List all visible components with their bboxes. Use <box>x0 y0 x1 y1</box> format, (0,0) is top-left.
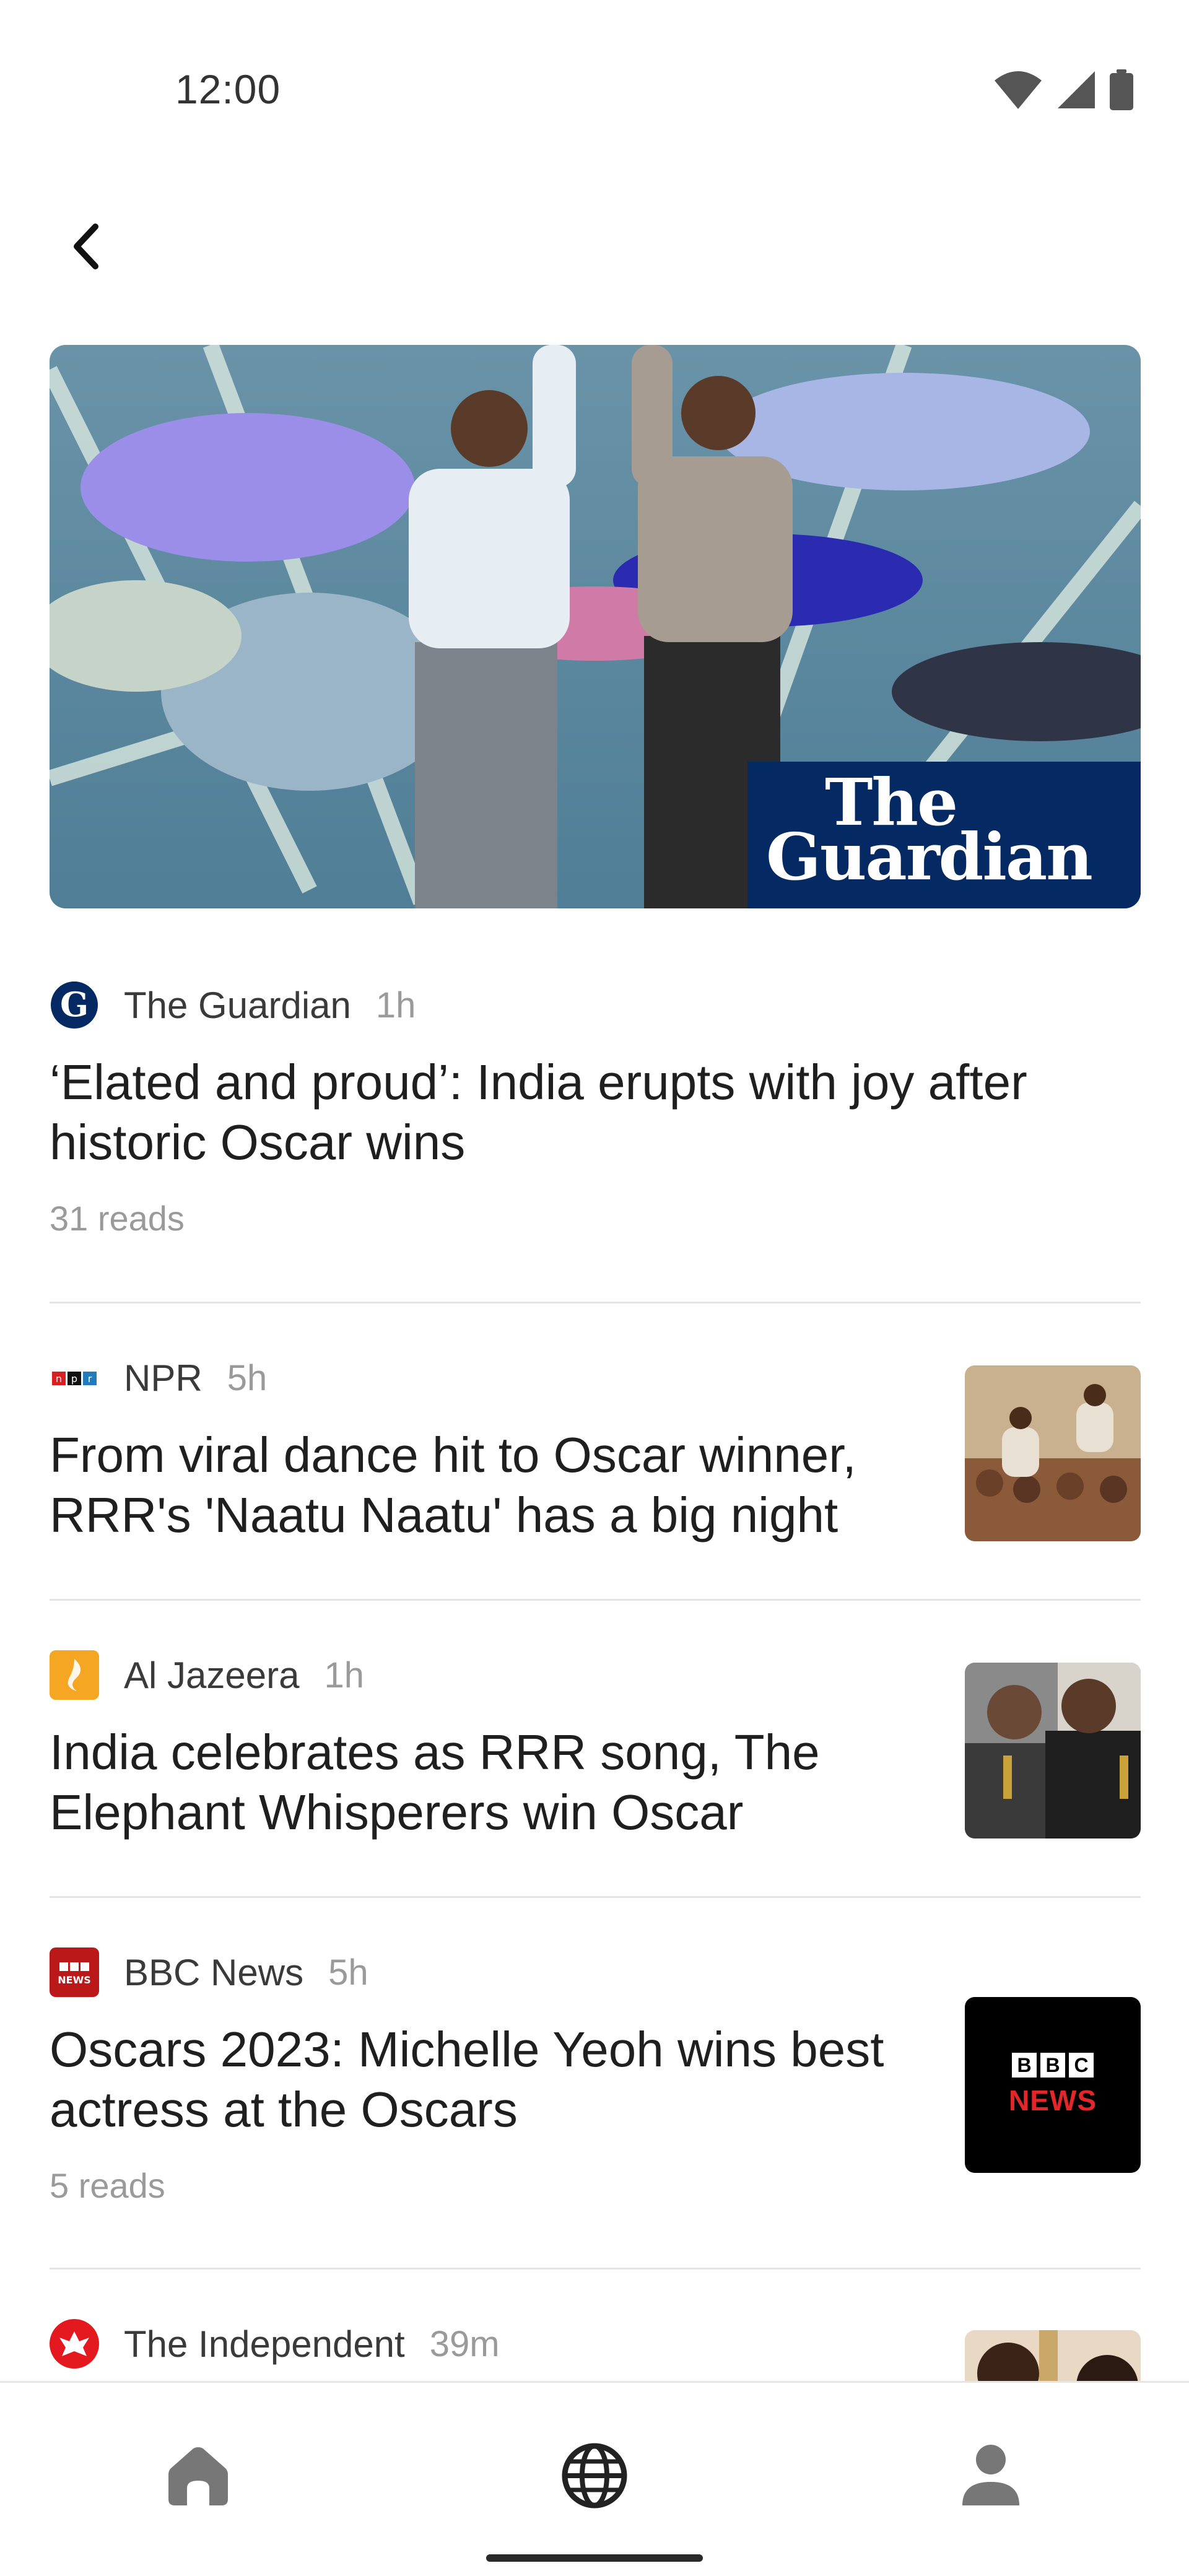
status-time: 12:00 <box>175 66 281 112</box>
bbc-blocks: B B C <box>1012 2053 1094 2078</box>
status-bar: 12:00 <box>0 0 1189 186</box>
bbc-news-label: NEWS <box>1009 2084 1097 2117</box>
bbc-block-b1: B <box>1012 2053 1037 2078</box>
bbc-block-b2: B <box>1040 2053 1065 2078</box>
divider <box>50 1302 1141 1303</box>
back-arrow-icon <box>74 224 98 269</box>
article-headline: From viral dance hit to Oscar winner, RR… <box>50 1427 856 1543</box>
source-name: The Independent <box>124 2323 405 2365</box>
svg-text:r: r <box>88 1373 92 1385</box>
divider <box>50 2268 1141 2269</box>
divider <box>50 1599 1141 1601</box>
svg-text:G: G <box>60 985 89 1024</box>
source-time: 1h <box>375 985 416 1025</box>
globe-icon <box>562 2443 627 2509</box>
cell-signal-icon <box>1058 71 1095 108</box>
article-headline: India celebrates as RRR song, The Elepha… <box>50 1725 820 1840</box>
source-name: The Guardian <box>124 984 351 1026</box>
back-button[interactable] <box>59 215 115 277</box>
read-count: 31 reads <box>50 1199 185 1238</box>
source-time: 5h <box>328 1952 368 1993</box>
bbc-block-c: C <box>1069 2053 1094 2078</box>
article-thumbnail <box>965 1663 1141 1838</box>
svg-text:NEWS: NEWS <box>58 1974 91 1986</box>
svg-text:p: p <box>71 1373 77 1385</box>
guardian-logo: The Guardian <box>747 762 1141 908</box>
nav-explore[interactable] <box>533 2420 656 2531</box>
wifi-icon <box>995 71 1042 109</box>
source-name: Al Jazeera <box>124 1654 300 1696</box>
independent-source-icon <box>50 2319 99 2369</box>
article-thumbnail <box>965 1365 1141 1541</box>
status-icons <box>993 69 1133 110</box>
article-headline: Oscars 2023: Michelle Yeoh wins best act… <box>50 2022 884 2137</box>
source-row: G The Guardian 1h <box>50 980 1141 1030</box>
source-time: 39m <box>429 2323 500 2364</box>
nav-profile[interactable] <box>929 2420 1053 2531</box>
article-guardian[interactable]: G The Guardian 1h ‘Elated and proud’: In… <box>50 980 1141 1238</box>
divider <box>50 1896 1141 1898</box>
source-time: 1h <box>324 1655 364 1695</box>
article-headline: ‘Elated and proud’: India erupts with jo… <box>50 1055 1027 1170</box>
aljazeera-source-icon <box>50 1650 99 1700</box>
battery-icon <box>1110 69 1133 110</box>
article-aljazeera[interactable]: Al Jazeera 1h India celebrates as RRR so… <box>50 1650 1141 1842</box>
home-icon <box>168 2447 228 2505</box>
home-indicator[interactable] <box>486 2554 703 2562</box>
bottom-navigation <box>0 2381 1189 2576</box>
hero-image[interactable]: The Guardian <box>50 345 1141 908</box>
guardian-source-icon: G <box>50 980 99 1030</box>
source-name: NPR <box>124 1357 203 1399</box>
bbc-news-thumbnail: B B C NEWS <box>965 1997 1141 2173</box>
profile-icon <box>962 2445 1019 2505</box>
source-time: 5h <box>227 1357 268 1398</box>
source-row: NEWS BBC News 5h <box>50 1947 1141 1997</box>
article-bbc[interactable]: NEWS BBC News 5h Oscars 2023: Michelle Y… <box>50 1947 1141 2206</box>
source-name: BBC News <box>124 1951 304 1993</box>
npr-source-icon: n p r <box>50 1353 99 1403</box>
article-independent[interactable]: The Independent 39m <box>50 2319 1141 2506</box>
svg-text:n: n <box>56 1373 62 1385</box>
bbc-source-icon: NEWS <box>50 1947 99 1997</box>
nav-home[interactable] <box>136 2420 260 2531</box>
article-npr[interactable]: n p r NPR 5h From viral dance hit to Osc… <box>50 1353 1141 1545</box>
